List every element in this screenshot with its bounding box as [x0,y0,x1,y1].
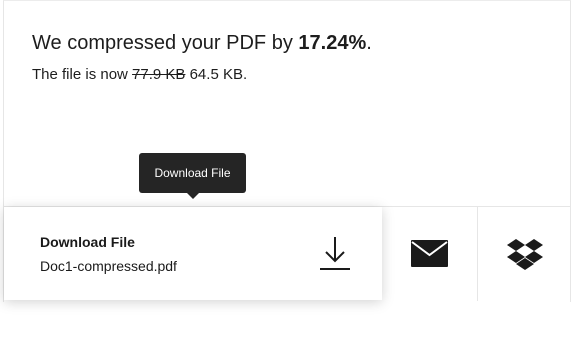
download-title: Download File [40,234,135,250]
new-size: 64.5 KB [185,66,243,83]
dropbox-icon [507,239,543,270]
download-tooltip: Download File [139,153,246,193]
subline-suffix: . [242,66,248,83]
compression-percent: 17.24% [298,32,367,54]
original-size: 77.9 KB [132,66,186,83]
subline-prefix: The file is now [32,66,133,83]
headline-suffix: . [366,32,372,54]
dropbox-save-button[interactable] [478,207,571,301]
email-share-button[interactable] [382,207,478,301]
result-headline: We compressed your PDF by 17.24%. [32,32,372,55]
headline-prefix: We compressed your PDF by [32,32,299,54]
file-size-summary: The file is now 77.9 KB 64.5 KB. [32,66,247,83]
compression-result-page: We compressed your PDF by 17.24%. The fi… [0,0,574,347]
download-filename: Doc1-compressed.pdf [40,258,177,274]
download-file-button[interactable]: Download File Doc1-compressed.pdf [4,207,382,300]
download-icon [320,237,350,270]
tooltip-arrow [187,193,199,199]
envelope-icon [411,240,448,267]
